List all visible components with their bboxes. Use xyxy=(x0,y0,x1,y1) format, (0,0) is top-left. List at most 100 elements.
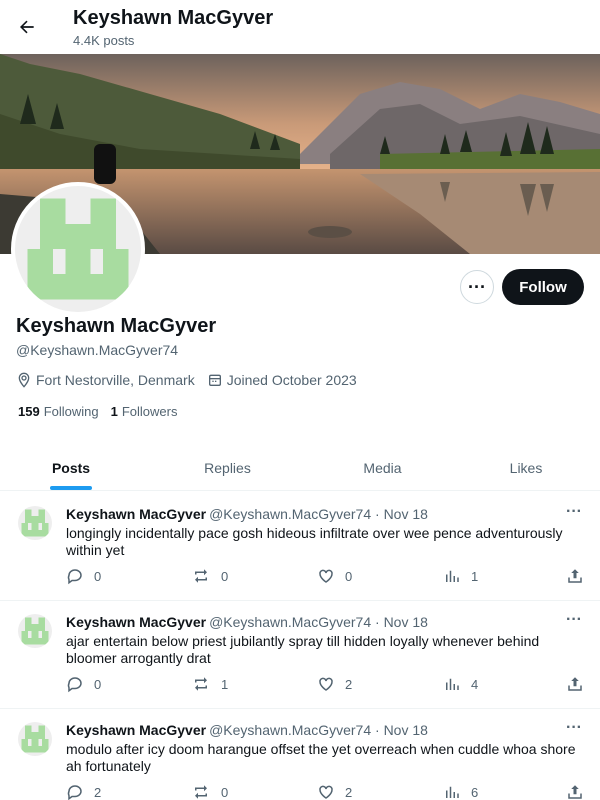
share-icon xyxy=(568,569,582,583)
post-avatar[interactable] xyxy=(18,722,52,756)
post-meta: @Keyshawn.MacGyver74 · Nov 18 xyxy=(209,614,428,630)
joined-text: Joined October 2023 xyxy=(226,372,357,388)
post-actions: 0 0 0 1 xyxy=(66,567,590,587)
heart-icon xyxy=(319,569,333,583)
post-author[interactable]: Keyshawn MacGyver xyxy=(66,506,206,522)
post-header: Keyshawn MacGyver @Keyshawn.MacGyver74 · … xyxy=(66,614,428,630)
tab-posts[interactable]: Posts xyxy=(0,446,142,490)
reply-count: 0 xyxy=(94,676,102,692)
views-count: 6 xyxy=(471,784,479,800)
views-button[interactable]: 4 xyxy=(443,675,478,693)
like-count: 2 xyxy=(345,784,353,800)
more-options-button[interactable]: ··· xyxy=(460,270,494,304)
share-button[interactable] xyxy=(566,783,594,800)
views-icon xyxy=(446,570,459,582)
post-item[interactable]: Keyshawn MacGyver @Keyshawn.MacGyver74 · … xyxy=(0,601,600,709)
followers-count: 1 xyxy=(110,404,118,419)
post-more-button[interactable]: ··· xyxy=(566,503,582,521)
post-item[interactable]: Keyshawn MacGyver @Keyshawn.MacGyver74 · … xyxy=(0,493,600,601)
post-header: Keyshawn MacGyver @Keyshawn.MacGyver74 · … xyxy=(66,722,428,738)
repost-button[interactable]: 0 xyxy=(191,783,228,800)
back-button[interactable] xyxy=(12,12,42,42)
tab-label: Media xyxy=(363,460,402,476)
post-author[interactable]: Keyshawn MacGyver xyxy=(66,614,206,630)
repost-icon xyxy=(195,677,207,691)
active-tab-indicator xyxy=(50,486,92,490)
like-button[interactable]: 0 xyxy=(317,567,352,585)
share-button[interactable] xyxy=(566,675,594,693)
tab-label: Posts xyxy=(51,460,91,476)
header-name: Keyshawn MacGyver xyxy=(73,7,274,29)
header-post-count: 4.4K posts xyxy=(73,33,135,48)
post-text: longingly incidentally pace gosh hideous… xyxy=(66,525,563,558)
heart-icon xyxy=(319,785,333,799)
share-icon xyxy=(568,677,582,691)
repost-button[interactable]: 1 xyxy=(191,675,228,693)
post-avatar[interactable] xyxy=(18,506,52,540)
top-bar: Keyshawn MacGyver 4.4K posts xyxy=(0,0,600,54)
like-button[interactable]: 2 xyxy=(317,783,352,800)
profile-joined: Joined October 2023 xyxy=(207,372,357,388)
profile-tabs: Posts Replies Media Likes xyxy=(0,446,600,491)
calendar-icon xyxy=(208,374,221,386)
location-text: Fort Nestorville, Denmark xyxy=(36,372,195,388)
profile-meta: Fort Nestorville, Denmark Joined October… xyxy=(16,370,369,390)
heart-icon xyxy=(319,677,333,691)
repost-icon xyxy=(195,785,207,799)
reply-button[interactable]: 0 xyxy=(66,567,101,585)
tab-media[interactable]: Media xyxy=(313,446,452,490)
follow-stats: 159 Following 1 Followers xyxy=(18,404,189,419)
post-more-button[interactable]: ··· xyxy=(566,611,582,629)
profile-location: Fort Nestorville, Denmark xyxy=(16,372,195,388)
reply-button[interactable]: 2 xyxy=(66,783,101,800)
post-item[interactable]: Keyshawn MacGyver @Keyshawn.MacGyver74 · … xyxy=(0,709,600,800)
tab-label: Likes xyxy=(509,460,543,476)
post-author[interactable]: Keyshawn MacGyver xyxy=(66,722,206,738)
following-label: Following xyxy=(43,404,99,419)
repost-icon xyxy=(195,569,207,583)
views-count: 4 xyxy=(471,676,479,692)
views-count: 1 xyxy=(471,568,479,584)
reply-icon xyxy=(67,785,82,800)
post-avatar[interactable] xyxy=(18,614,52,648)
post-text: modulo after icy doom harangue offset th… xyxy=(66,741,576,774)
followers-link[interactable]: 1 Followers xyxy=(111,404,178,419)
post-actions: 0 1 2 4 xyxy=(66,675,590,695)
like-button[interactable]: 2 xyxy=(317,675,352,693)
profile-handle: @Keyshawn.MacGyver74 xyxy=(16,342,179,358)
share-icon xyxy=(568,785,582,799)
post-text: ajar entertain below priest jubilantly s… xyxy=(66,633,540,666)
reply-icon xyxy=(67,569,82,585)
tab-replies[interactable]: Replies xyxy=(142,446,313,490)
share-button[interactable] xyxy=(566,567,594,585)
views-icon xyxy=(446,678,459,690)
follow-button[interactable]: Follow xyxy=(502,269,584,305)
location-pin-icon xyxy=(18,372,30,388)
profile-name: Keyshawn MacGyver xyxy=(16,315,217,337)
views-button[interactable]: 1 xyxy=(443,567,478,585)
post-more-button[interactable]: ··· xyxy=(566,719,582,737)
post-meta: @Keyshawn.MacGyver74 · Nov 18 xyxy=(209,506,428,522)
tab-label: Replies xyxy=(204,460,251,476)
reply-count: 2 xyxy=(94,784,102,800)
tab-likes[interactable]: Likes xyxy=(452,446,600,490)
repost-count: 1 xyxy=(221,676,229,692)
reply-button[interactable]: 0 xyxy=(66,675,101,693)
repost-count: 0 xyxy=(221,568,229,584)
post-meta: @Keyshawn.MacGyver74 · Nov 18 xyxy=(209,722,428,738)
reply-count: 0 xyxy=(94,568,102,584)
repost-button[interactable]: 0 xyxy=(191,567,228,585)
like-count: 2 xyxy=(345,676,353,692)
following-link[interactable]: 159 Following xyxy=(18,404,99,419)
arrow-left-icon xyxy=(20,20,34,34)
post-header: Keyshawn MacGyver @Keyshawn.MacGyver74 · … xyxy=(66,506,428,522)
followers-label: Followers xyxy=(121,404,178,419)
repost-count: 0 xyxy=(221,784,229,800)
profile-avatar[interactable] xyxy=(11,182,145,316)
following-count: 159 xyxy=(18,404,40,419)
views-icon xyxy=(446,786,459,798)
reply-icon xyxy=(67,677,82,693)
like-count: 0 xyxy=(345,568,353,584)
views-button[interactable]: 6 xyxy=(443,783,478,800)
post-actions: 2 0 2 6 xyxy=(66,783,590,800)
